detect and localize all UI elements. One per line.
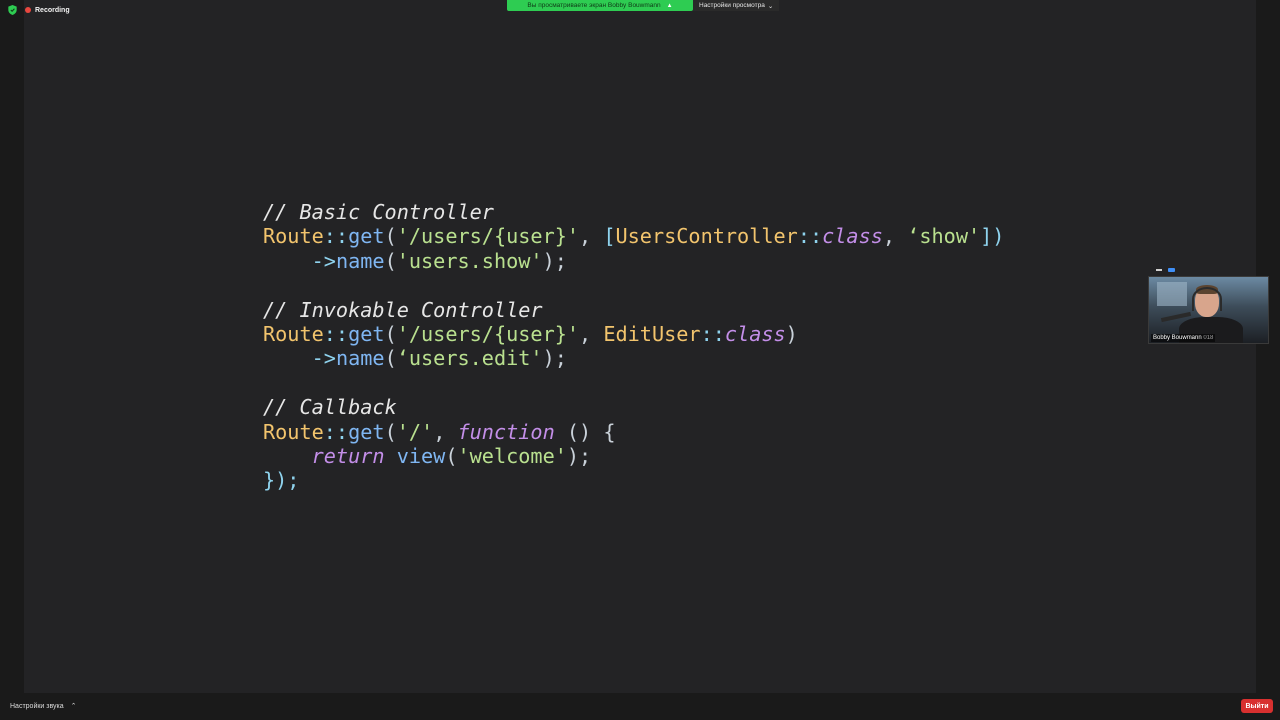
- headphones-icon: [1192, 287, 1222, 311]
- code-token: return: [311, 443, 385, 468]
- code-token: '/users/{user}': [396, 321, 580, 346]
- code-token: );: [542, 248, 567, 273]
- code-line: Route::get('/users/{user}', [UsersContro…: [263, 224, 1004, 248]
- code-token: get: [348, 419, 385, 444]
- code-token: class: [724, 321, 786, 346]
- code-token: ‘show': [907, 224, 981, 249]
- code-token: ]): [980, 224, 1005, 249]
- code-line: Route::get('/', function () {: [263, 420, 1004, 444]
- top-bar: Recording Вы просматриваете экран Bobby …: [0, 0, 1280, 22]
- view-settings-button[interactable]: Настройки просмотра ⌄: [693, 0, 780, 11]
- participant-name-label: Bobby Bouwmann 018: [1151, 334, 1216, 342]
- chevron-down-icon: ⌄: [767, 2, 774, 10]
- video-tile-controls: [1148, 265, 1270, 275]
- code-token: ::: [323, 419, 349, 444]
- minimize-icon[interactable]: [1156, 269, 1162, 271]
- leave-button[interactable]: Выйти: [1241, 699, 1273, 713]
- code-token: ): [785, 321, 798, 346]
- audio-settings-label: Настройки звука: [10, 702, 64, 710]
- code-token: ->: [311, 248, 336, 273]
- audio-settings-button[interactable]: Настройки звука ⌃: [10, 702, 77, 711]
- code-line: // Callback: [263, 395, 1004, 419]
- code-line: return view('welcome');: [263, 444, 1004, 468]
- code-token: // Basic Controller: [263, 200, 494, 224]
- code-token: );: [566, 443, 592, 468]
- code-token: // Invokable Controller: [263, 297, 543, 322]
- code-token: class: [822, 224, 883, 249]
- code-token: ::: [700, 321, 725, 346]
- code-block: // Basic Controller Route::get('/users/{u…: [263, 200, 1004, 493]
- code-token: UsersController: [615, 224, 798, 249]
- code-line: ​: [263, 371, 1004, 395]
- code-token: EditUser: [603, 321, 701, 346]
- code-line: ->name('users.show');: [263, 249, 1004, 273]
- code-token: ->: [311, 346, 336, 371]
- view-settings-label: Настройки просмотра: [699, 2, 765, 9]
- code-token: (: [384, 224, 397, 249]
- code-token: [: [603, 224, 616, 249]
- code-token: 'welcome': [457, 443, 567, 468]
- participant-name: Bobby Bouwmann: [1153, 335, 1202, 341]
- code-line: ​: [263, 273, 1004, 297]
- code-token: '/users/{user}': [396, 224, 580, 249]
- code-token: });: [263, 468, 300, 493]
- code-line: // Basic Controller: [263, 200, 1004, 224]
- screen-share-text: Вы просматриваете экран Bobby Bouwmann: [527, 2, 661, 9]
- shield-icon: [8, 5, 17, 15]
- code-token: ::: [797, 224, 823, 249]
- chevron-up-icon: ⌃: [70, 703, 77, 710]
- code-line: });: [263, 468, 1004, 492]
- code-token: 'users.show': [396, 248, 543, 273]
- code-token: // Callback: [263, 395, 397, 420]
- code-token: );: [542, 346, 567, 371]
- code-token: () {: [554, 419, 616, 444]
- recording-dot-icon: [25, 7, 31, 13]
- bottom-bar: Настройки звука ⌃: [0, 693, 1280, 720]
- code-token: '/': [396, 419, 434, 444]
- code-token: name: [335, 248, 385, 273]
- share-status-icon: ▲: [666, 2, 673, 9]
- code-line: // Invokable Controller: [263, 298, 1004, 322]
- background-window: [1157, 282, 1187, 306]
- code-line: ->name(‘users.edit');: [263, 346, 1004, 370]
- recording-label: Recording: [35, 6, 70, 14]
- participant-video-tile[interactable]: Bobby Bouwmann 018: [1148, 276, 1269, 344]
- shared-screen: // Basic Controller Route::get('/users/{u…: [24, 0, 1256, 693]
- code-token: ,: [882, 224, 908, 249]
- code-token: Route: [263, 224, 324, 249]
- code-line: Route::get('/users/{user}', EditUser::cl…: [263, 322, 1004, 346]
- code-token: get: [348, 224, 385, 249]
- code-token: ,: [433, 419, 458, 444]
- code-token: ::: [323, 321, 349, 346]
- screen-share-banner: Вы просматриваете экран Bobby Bouwmann ▲: [507, 0, 693, 11]
- code-token: (: [384, 346, 397, 371]
- code-token: ,: [579, 224, 604, 249]
- code-token: (: [445, 443, 458, 468]
- code-token: (: [384, 248, 397, 273]
- code-token: get: [348, 321, 385, 346]
- code-token: ,: [579, 321, 604, 346]
- code-token: ‘users.edit': [396, 346, 543, 371]
- code-token: Route: [263, 419, 324, 444]
- participant-badge: 018: [1203, 335, 1214, 341]
- code-token: ::: [323, 224, 349, 249]
- code-token: (: [384, 321, 397, 346]
- code-token: (: [384, 419, 397, 444]
- code-token: function: [457, 419, 555, 444]
- code-token: Route: [263, 321, 324, 346]
- recording-indicator: Recording: [8, 5, 70, 15]
- code-token: view: [396, 443, 446, 468]
- layout-icon[interactable]: [1168, 268, 1175, 272]
- code-token: name: [335, 346, 385, 371]
